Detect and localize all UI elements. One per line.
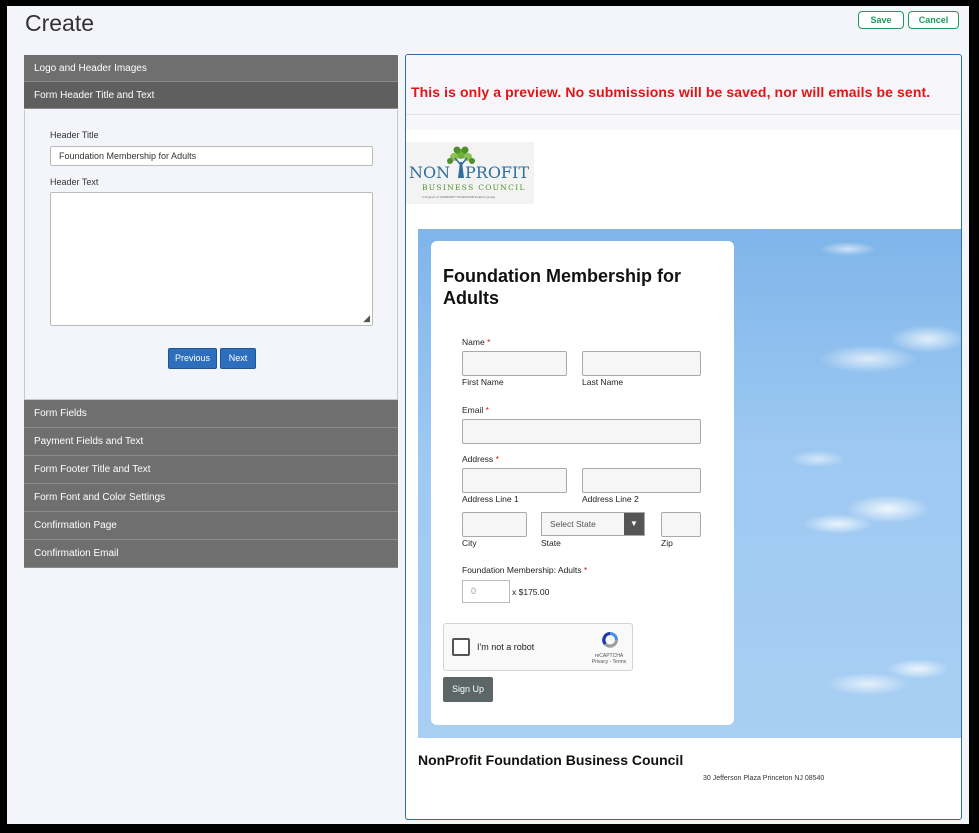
- nonprofit-logo: NON PROFIT BUSINESS COUNCIL A Program of…: [406, 142, 534, 204]
- state-label: State: [541, 538, 561, 548]
- membership-quantity-input[interactable]: 0: [462, 580, 510, 603]
- accordion-item-payment-fields[interactable]: Payment Fields and Text: [24, 428, 398, 456]
- header-text-label: Header Text: [50, 177, 99, 187]
- address-line1-label: Address Line 1: [462, 494, 519, 504]
- state-select[interactable]: Select State ▼: [541, 512, 645, 536]
- recaptcha-text: I'm not a robot: [477, 642, 535, 652]
- last-name-input[interactable]: [582, 351, 701, 376]
- last-name-label: Last Name: [582, 377, 624, 387]
- recaptcha-brand: reCAPTCHA Privacy - Terms: [591, 653, 627, 665]
- zip-input[interactable]: [661, 512, 701, 537]
- preview-divider: [406, 115, 961, 130]
- app-window: Create Save Cancel Logo and Header Image…: [7, 6, 969, 824]
- svg-text:A Program of COMMUNITY FOUNDAT: A Program of COMMUNITY FOUNDATION Southe…: [422, 195, 496, 199]
- membership-label: Foundation Membership: Adults *: [462, 565, 588, 575]
- previous-button[interactable]: Previous: [168, 348, 217, 369]
- footer-address: 30 Jefferson Plaza Princeton NJ 08540: [703, 775, 825, 782]
- preview-notice-bar: This is only a preview. No submissions w…: [406, 55, 961, 115]
- logo-tree-icon: NON PROFIT BUSINESS COUNCIL A Program of…: [409, 146, 529, 199]
- header-text-textarea[interactable]: ◢: [50, 192, 373, 326]
- next-button[interactable]: Next: [220, 348, 256, 369]
- settings-accordion-bottom: Form Fields Payment Fields and Text Form…: [24, 400, 398, 568]
- name-label: Name *: [462, 337, 491, 347]
- address-label: Address *: [462, 454, 499, 464]
- address-line2-label: Address Line 2: [582, 494, 639, 504]
- accordion-item-form-fields[interactable]: Form Fields: [24, 400, 398, 428]
- recaptcha-checkbox[interactable]: [452, 638, 470, 656]
- accordion-item-font-color[interactable]: Form Font and Color Settings: [24, 484, 398, 512]
- header-title-input[interactable]: Foundation Membership for Adults: [50, 146, 373, 166]
- recaptcha-icon: [602, 632, 618, 648]
- form-title: Foundation Membership for Adults: [443, 266, 681, 308]
- resize-handle-icon[interactable]: ◢: [363, 314, 370, 323]
- accordion-item-confirmation-email[interactable]: Confirmation Email: [24, 540, 398, 568]
- svg-text:BUSINESS COUNCIL: BUSINESS COUNCIL: [422, 183, 526, 192]
- email-input[interactable]: [462, 419, 701, 444]
- membership-price: x $175.00: [512, 587, 550, 597]
- first-name-input[interactable]: [462, 351, 567, 376]
- settings-accordion-top: Logo and Header Images Form Header Title…: [24, 55, 398, 109]
- header-settings-panel: Header Title Foundation Membership for A…: [24, 110, 398, 400]
- sign-up-button[interactable]: Sign Up: [443, 677, 493, 702]
- cancel-button[interactable]: Cancel: [908, 11, 959, 29]
- zip-label: Zip: [661, 538, 673, 548]
- save-button[interactable]: Save: [858, 11, 904, 29]
- signup-form-card: Foundation Membership for Adults Name * …: [431, 241, 734, 725]
- first-name-label: First Name: [462, 377, 504, 387]
- accordion-item-form-header-title[interactable]: Form Header Title and Text: [24, 82, 398, 109]
- city-label: City: [462, 538, 477, 548]
- accordion-item-form-footer[interactable]: Form Footer Title and Text: [24, 456, 398, 484]
- chevron-down-icon: ▼: [624, 513, 644, 535]
- accordion-item-logo-header-images[interactable]: Logo and Header Images: [24, 55, 398, 82]
- email-label: Email *: [462, 405, 489, 415]
- address-line1-input[interactable]: [462, 468, 567, 493]
- page-title: Create: [25, 10, 95, 36]
- accordion-item-confirmation-page[interactable]: Confirmation Page: [24, 512, 398, 540]
- address-line2-input[interactable]: [582, 468, 701, 493]
- form-preview-pane: This is only a preview. No submissions w…: [405, 54, 962, 820]
- svg-text:PROFIT: PROFIT: [465, 163, 529, 182]
- city-input[interactable]: [462, 512, 527, 537]
- header-title-label: Header Title: [50, 130, 99, 140]
- state-select-value: Select State: [550, 519, 596, 529]
- svg-text:NON: NON: [409, 163, 450, 182]
- preview-notice: This is only a preview. No submissions w…: [411, 84, 931, 100]
- footer-title: NonProfit Foundation Business Council: [418, 752, 684, 768]
- recaptcha-widget: I'm not a robot reCAPTCHA Privacy - Term…: [443, 623, 633, 671]
